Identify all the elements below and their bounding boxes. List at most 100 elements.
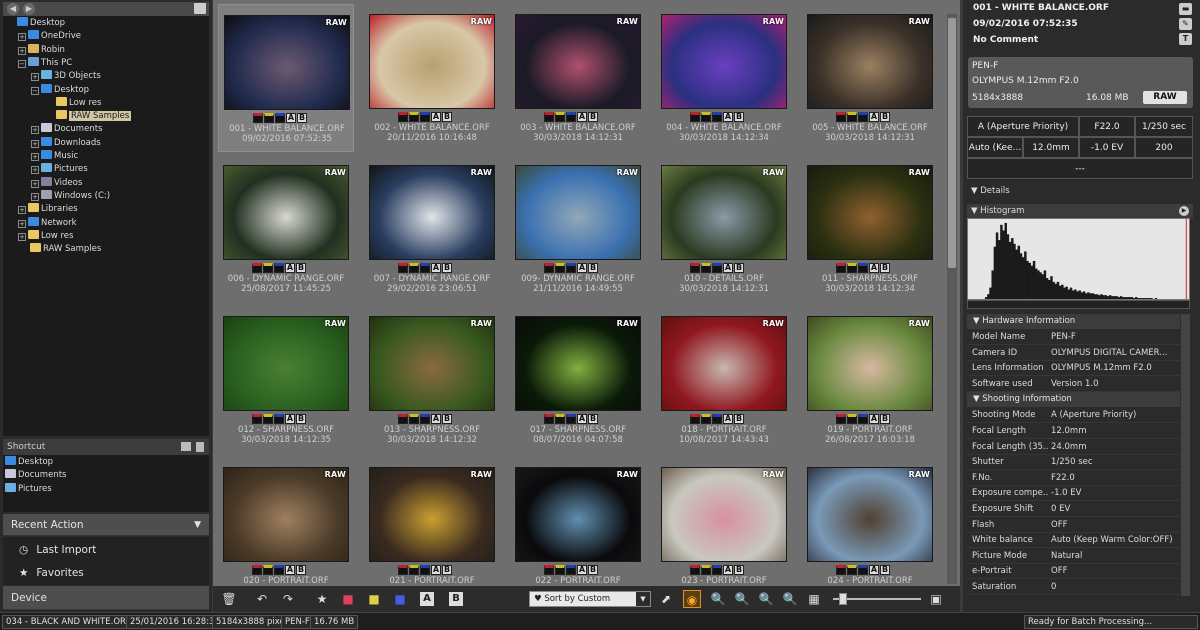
red-tag-icon[interactable] <box>544 112 554 122</box>
yellow-tag-icon[interactable] <box>263 263 273 273</box>
thumbnail-image[interactable]: RAW <box>515 14 641 109</box>
thumbnail-cell[interactable]: RAW A B 009- DYNAMIC RANGE.ORF 21/11/2016 14… <box>510 155 646 303</box>
tag-b-icon[interactable]: B <box>588 112 598 122</box>
blue-tag-icon[interactable] <box>858 414 868 424</box>
yellow-tag-icon[interactable] <box>555 565 565 575</box>
yellow-tag-icon[interactable] <box>264 113 274 123</box>
thumbnail-cell[interactable]: RAW A B 024 - PORTRAIT.ORF <box>802 457 938 586</box>
info-section-header[interactable]: ▼ Hardware Information <box>967 314 1180 329</box>
red-tag-icon[interactable] <box>836 112 846 122</box>
raw-button[interactable]: RAW <box>1143 91 1187 104</box>
tag-a-icon[interactable]: A <box>431 112 441 122</box>
info-scrollbar[interactable] <box>1181 314 1190 596</box>
thumbnail-cell[interactable]: RAW A B 010 - DETAILS.ORF 30/03/2018 14:12:3… <box>656 155 792 303</box>
add-shortcut-icon[interactable] <box>181 442 191 451</box>
thumbnail-image[interactable]: RAW <box>661 467 787 562</box>
tree-node[interactable]: RAW Samples <box>18 243 101 256</box>
blue-tag-icon[interactable] <box>274 565 284 575</box>
tag-b-icon[interactable]: B <box>442 112 452 122</box>
thumbnail-cell[interactable]: RAW A B 005 - WHITE BALANCE.ORF 30/03/2018 1… <box>802 4 938 152</box>
red-tag-icon[interactable] <box>544 565 554 575</box>
tree-node[interactable]: + OneDrive <box>18 30 81 43</box>
blue-tag-icon[interactable] <box>420 414 430 424</box>
tag-b-icon[interactable]: B <box>734 263 744 273</box>
blue-tag-icon[interactable] <box>420 263 430 273</box>
tag-a-icon[interactable]: A <box>869 414 879 424</box>
thumbnail-cell[interactable]: RAW A B 001 - WHITE BALANCE.ORF 09/02/2016 0… <box>218 4 354 152</box>
tag-b-icon[interactable]: B <box>442 263 452 273</box>
tag-a-icon[interactable]: A <box>577 565 587 575</box>
tag-b-icon[interactable]: B <box>296 414 306 424</box>
details-toggle[interactable]: ▼ Details <box>967 184 1193 198</box>
shortcut-item[interactable]: Documents <box>5 469 66 482</box>
thumbnail-image[interactable]: RAW <box>369 14 495 109</box>
tree-node[interactable]: + Low res <box>18 229 73 243</box>
yellow-tag-icon[interactable] <box>409 112 419 122</box>
tag-a-icon[interactable]: A <box>577 112 587 122</box>
thumbnail-cell[interactable]: RAW A B 019 - PORTRAIT.ORF 26/08/2017 16:03:… <box>802 306 938 454</box>
expand-toggle-icon[interactable]: + <box>31 139 39 148</box>
thumbnail-cell[interactable]: RAW A B 007 - DYNAMIC RANGE.ORF 29/02/2016 2… <box>364 155 500 303</box>
thumbnail-image[interactable]: RAW <box>369 467 495 562</box>
expand-toggle-icon[interactable]: + <box>18 33 26 42</box>
tag-a-icon[interactable]: A <box>431 263 441 273</box>
yellow-tag-icon[interactable] <box>701 263 711 273</box>
yellow-tag-icon[interactable] <box>555 414 565 424</box>
yellow-tag-icon[interactable] <box>847 263 857 273</box>
yellow-tag-icon[interactable] <box>847 565 857 575</box>
tag-b-icon[interactable]: B <box>442 565 452 575</box>
tree-node[interactable]: + Music <box>31 150 78 163</box>
tag-b-icon[interactable]: B <box>449 592 463 606</box>
tree-node[interactable]: Low res <box>44 96 101 110</box>
blue-tag-icon[interactable] <box>858 112 868 122</box>
red-tag-icon[interactable] <box>252 414 262 424</box>
red-tag-icon[interactable] <box>836 263 846 273</box>
red-tag-icon[interactable] <box>836 565 846 575</box>
zoom-icon[interactable]: 🔍 <box>781 590 799 608</box>
tree-node[interactable]: + Windows (C:) <box>31 189 110 203</box>
tree-node[interactable]: + Pictures <box>31 163 88 176</box>
blue-tag-icon[interactable] <box>858 565 868 575</box>
thumbnail-cell[interactable]: RAW A B 021 - PORTRAIT.ORF <box>364 457 500 586</box>
thumbnail-cell[interactable]: RAW A B 023 - PORTRAIT.ORF <box>656 457 792 586</box>
expand-toggle-icon[interactable]: + <box>18 219 26 228</box>
yellow-tag-icon[interactable] <box>701 414 711 424</box>
tag-a-icon[interactable]: A <box>723 263 733 273</box>
share-icon[interactable]: ⬈ <box>657 590 675 608</box>
tree-node[interactable]: Desktop <box>5 17 65 30</box>
tree-node[interactable]: + Documents <box>31 123 102 136</box>
yellow-tag-icon[interactable] <box>701 565 711 575</box>
red-tag-icon[interactable] <box>836 414 846 424</box>
blue-tag-icon[interactable] <box>712 263 722 273</box>
thumbnail-image[interactable]: RAW <box>515 165 641 260</box>
yellow-tag-icon[interactable] <box>409 263 419 273</box>
red-tag-icon[interactable] <box>398 565 408 575</box>
tree-node[interactable]: +3D Objects <box>31 70 101 83</box>
play-icon[interactable]: ▶ <box>1179 206 1189 216</box>
yellow-tag-icon[interactable] <box>555 263 565 273</box>
thumbnail-cell[interactable]: RAW A B 022 - PORTRAIT.ORF <box>510 457 646 586</box>
thumbnail-image[interactable]: RAW <box>369 165 495 260</box>
expand-toggle-icon[interactable]: + <box>31 179 39 188</box>
expand-toggle-icon[interactable]: + <box>18 232 26 241</box>
expand-toggle-icon[interactable]: + <box>31 153 39 161</box>
tag-b-icon[interactable]: B <box>588 565 598 575</box>
tree-node[interactable]: + Network <box>18 216 77 230</box>
expand-toggle-icon[interactable]: − <box>18 59 26 68</box>
edit-icon[interactable]: ✎ <box>1179 18 1192 30</box>
trash-icon[interactable] <box>196 442 204 452</box>
blue-tag-icon[interactable] <box>712 414 722 424</box>
thumbnail-image[interactable]: RAW <box>807 467 933 562</box>
shortcut-item[interactable]: Desktop <box>5 456 53 469</box>
tag-b-icon[interactable]: B <box>296 565 306 575</box>
thumbnail-cell[interactable]: RAW A B 003 - WHITE BALANCE.ORF 30/03/2018 1… <box>510 4 646 152</box>
red-tag-icon[interactable] <box>690 112 700 122</box>
blue-tag-icon[interactable] <box>420 112 430 122</box>
thumbnail-image[interactable]: RAW <box>661 316 787 411</box>
thumbnail-image[interactable]: RAW <box>807 14 933 109</box>
trash-icon[interactable]: 🗑 <box>220 590 238 608</box>
grid-scrollbar-thumb[interactable] <box>948 18 956 268</box>
thumbnail-image[interactable]: RAW <box>807 316 933 411</box>
tag-b-icon[interactable]: B <box>296 263 306 273</box>
layout-icon[interactable]: ▣ <box>927 590 945 608</box>
